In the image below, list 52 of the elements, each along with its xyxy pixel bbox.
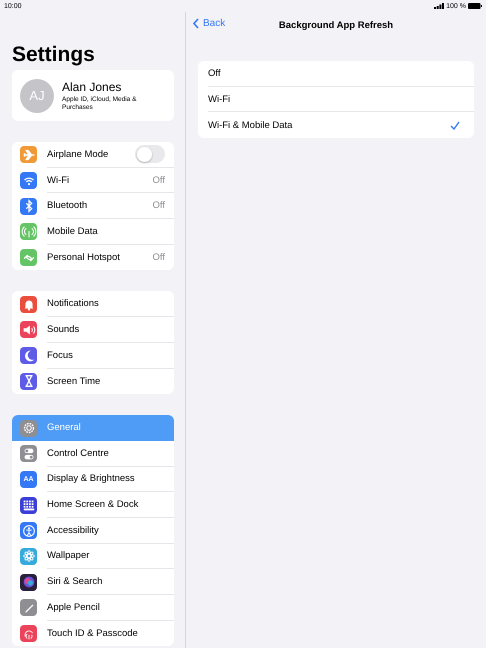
avatar: AJ — [20, 78, 54, 112]
signal-icon — [434, 3, 444, 9]
item-label: Touch ID & Passcode — [47, 628, 138, 640]
sidebar-item[interactable]: Airplane Mode — [12, 142, 174, 168]
sidebar-item[interactable]: Touch ID & Passcode — [12, 620, 174, 646]
sidebar-item[interactable]: Control Centre — [12, 440, 174, 467]
sidebar-item[interactable]: Accessibility — [12, 518, 174, 544]
sidebar-item[interactable]: Mobile Data — [12, 219, 174, 245]
sidebar-item[interactable]: Sounds — [12, 317, 174, 343]
row-value: Off — [152, 200, 165, 212]
item-label: Siri & Search — [47, 576, 102, 588]
battery-icon — [468, 3, 482, 9]
item-label: General — [47, 422, 81, 434]
sidebar-item[interactable]: Screen Time — [12, 368, 174, 394]
item-label: Apple Pencil — [47, 602, 100, 613]
sidebar-item[interactable]: Siri & Search — [12, 569, 174, 595]
sidebar-item[interactable]: Apple Pencil — [12, 595, 174, 621]
item-label: Mobile Data — [47, 226, 98, 237]
item-label: Home Screen & Dock — [47, 499, 138, 510]
sidebar-item[interactable]: Focus — [12, 342, 174, 368]
item-label: Bluetooth — [47, 200, 88, 212]
profile-name: Alan Jones — [62, 80, 122, 94]
sidebar-item[interactable]: Home Screen & Dock — [12, 492, 174, 518]
option-label: Wi-Fi & Mobile Data — [208, 120, 292, 131]
option-label: Off — [208, 68, 220, 79]
row-value: Off — [152, 252, 165, 264]
settings-title: Settings — [12, 43, 96, 67]
item-label: Airplane Mode — [47, 148, 108, 160]
item-label: Personal Hotspot — [47, 252, 120, 264]
item-label: Focus — [47, 350, 73, 361]
item-label: Control Centre — [47, 448, 109, 459]
back-button[interactable]: Back — [193, 18, 226, 29]
item-label: Accessibility — [47, 524, 99, 536]
sidebar-item[interactable]: Personal Hotspot Off — [12, 244, 174, 270]
item-label: Wallpaper — [47, 550, 90, 562]
chevron-left-icon — [193, 18, 199, 29]
item-label: Sounds — [47, 324, 80, 335]
item-label: Wi-Fi — [47, 174, 70, 186]
option-label: Wi-Fi — [208, 94, 230, 105]
option-row[interactable]: Off — [208, 61, 474, 87]
option-row[interactable]: Wi-Fi & Mobile Data — [208, 112, 474, 138]
sidebar-item[interactable]: Wi-Fi Off — [12, 168, 174, 194]
sidebar-item[interactable]: Notifications — [12, 291, 174, 318]
row-value: Off — [152, 174, 165, 186]
toggle-switch[interactable] — [135, 145, 165, 164]
page-title: Background App Refresh — [278, 20, 394, 30]
item-label: Notifications — [47, 298, 99, 310]
sidebar-item[interactable]: Wallpaper — [12, 544, 174, 570]
sidebar-item[interactable]: Bluetooth Off — [12, 193, 174, 220]
option-row[interactable]: Wi-Fi — [208, 86, 474, 112]
item-label: Display & Brightness — [47, 473, 135, 484]
item-label: Screen Time — [47, 376, 100, 387]
